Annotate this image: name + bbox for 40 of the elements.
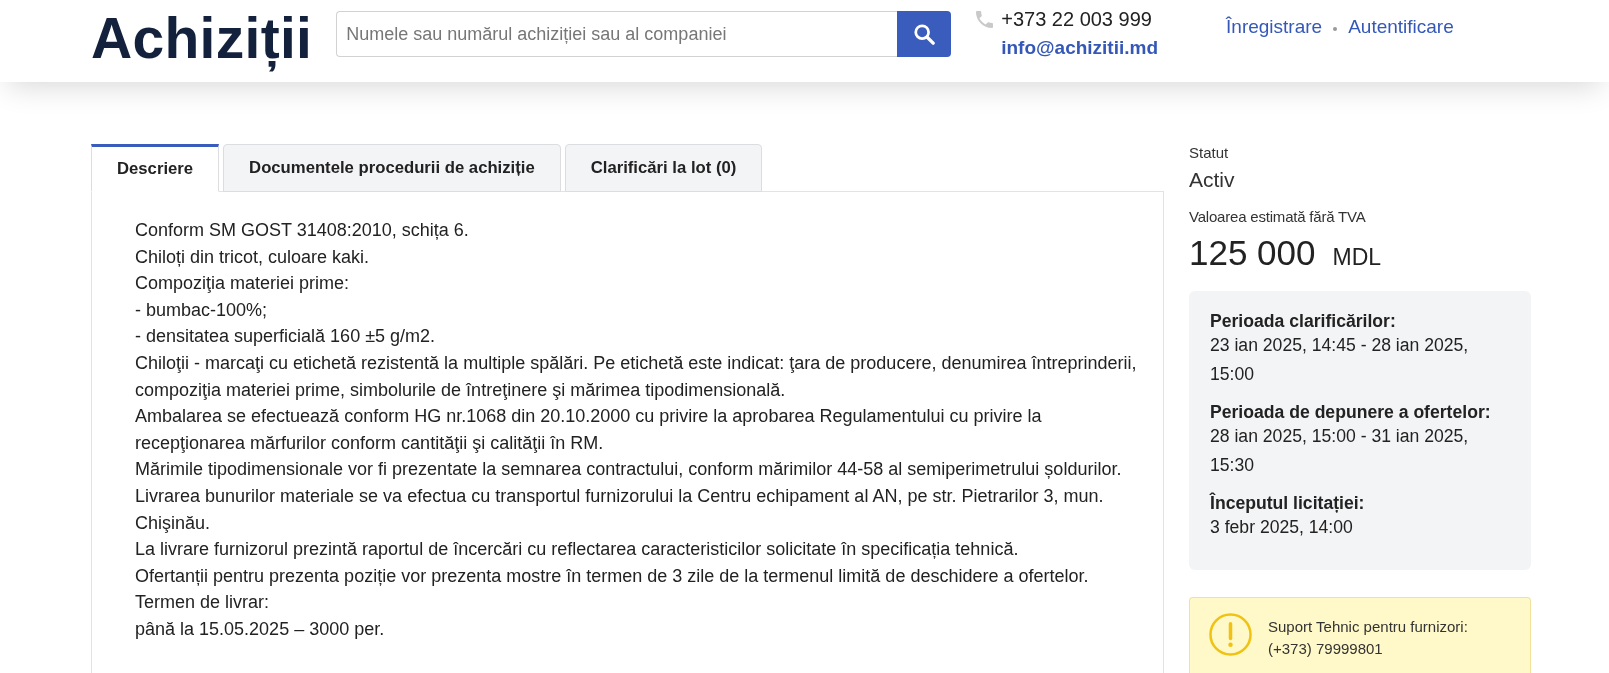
auth-link[interactable]: Autentificare [1348, 14, 1454, 40]
description-text: Ambalarea se efectuează conform HG nr.1068 din 20.10.2000 cu privire la aprobarea Regulamentului cu privire la recepţionarea mărfurilor conform cantităţii şi calităţii în RM. [135, 405, 1043, 455]
status-value: Activ [1189, 167, 1236, 193]
email-link[interactable]: info@achizitii.md [1001, 35, 1159, 61]
description-text: Livrarea bunurilor materiale se va efectua cu transportul furnizorului la Centru echipament al AN, pe str. Pietrarilor 3, mun. Chişinău. [135, 484, 1105, 535]
search-icon [913, 23, 936, 45]
tab[interactable]: Documentele procedurii de achiziție [223, 144, 561, 192]
period-value: 3 febr 2025, 14:00 [1210, 516, 1354, 540]
support-phone: (+373) 79999801 [1268, 638, 1384, 659]
separator-dot-icon [1333, 27, 1338, 31]
description-text: - densitatea superficială 160 ±5 g/m2. [135, 325, 437, 349]
description-text: Chiloţii - marcaţi cu etichetă rezistentă la multiple spălări. Pe etichetă este indicat: ţara de producere, denumirea întreprinderii, compoziţia materiei prime, simbolurile de întreţinere şi mărimea tipodimensională. [135, 351, 1138, 402]
period-label: Începutul licitației: [1210, 493, 1366, 514]
currency-label: MDL [1332, 244, 1382, 271]
description-text: Compoziţia materiei prime: [135, 272, 351, 296]
description-text: La livrare furnizorul prezintă raportul de încercări cu reflectarea caracteristicilor solicitate în specificația tehnică. [135, 538, 1020, 562]
description-text: - bumbac-100%; [135, 298, 269, 322]
estimate-label: Valoarea estimată fără TVA [1189, 207, 1367, 227]
estimated-amount: 125 000 [1189, 232, 1316, 274]
description-text: Termen de livrar: [135, 591, 271, 615]
auth-link[interactable]: Înregistrare [1226, 14, 1323, 40]
support-title: Suport Tehnic pentru furnizori: [1268, 616, 1468, 637]
description-text: până la 15.05.2025 – 3000 per. [135, 617, 386, 641]
period-value: 28 ian 2025, 15:00 - 31 ian 2025, 15:30 [1210, 425, 1470, 477]
period-label: Perioada de depunere a ofertelor: [1210, 402, 1492, 423]
phone-number: +373 22 003 999 [1001, 7, 1152, 32]
period-label: Perioada clarificărilor: [1210, 311, 1397, 331]
tab[interactable]: Clarificări la lot (0) [564, 144, 763, 192]
phone-icon [976, 10, 994, 28]
search-field[interactable]: Numele sau numărul achiziției sau al companiei [336, 11, 898, 57]
tab[interactable]: Descriere [91, 144, 220, 192]
warning-icon [1209, 612, 1252, 656]
description-text: Mărimile tipodimensionale vor fi prezentate la semnarea contractului, conform mărimilor 44-58 al semiperimetrului șoldurilor. [135, 458, 1123, 482]
status-label: Statut [1189, 143, 1230, 163]
search-button[interactable] [897, 11, 952, 57]
description-text: Conform SM GOST 31408:2010, schița 6. [135, 219, 470, 242]
period-value: 23 ian 2025, 14:45 - 28 ian 2025, 15:00 [1210, 334, 1470, 386]
description-text: Chiloți din tricot, culoare kaki. [135, 245, 371, 269]
logo[interactable]: Achiziții [91, 2, 313, 74]
description-text: Ofertanții pentru prezenta poziție vor prezenta mostre în termen de 3 zile de la termenul limită de deschidere a ofertelor. [135, 564, 1090, 588]
